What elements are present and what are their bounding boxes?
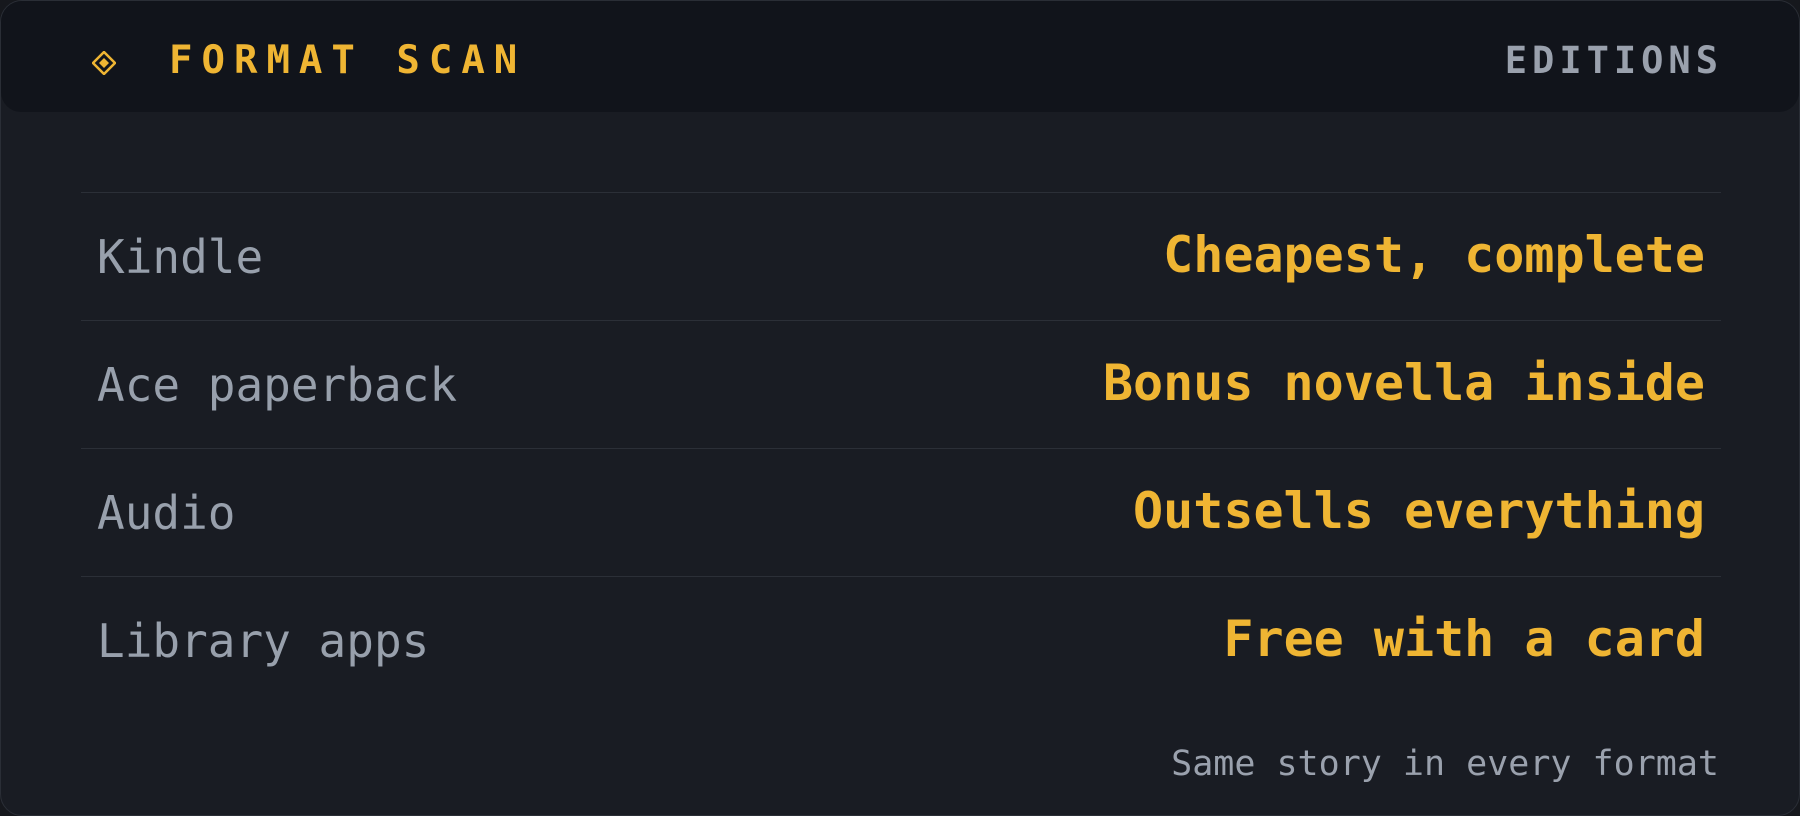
- format-note: Cheapest, complete: [1163, 226, 1705, 284]
- footer-note: Same story in every format: [1171, 744, 1719, 784]
- card-title: FORMAT SCAN: [169, 38, 527, 83]
- diamond-icon: [91, 50, 117, 76]
- card-header: FORMAT SCAN EDITIONS: [1, 1, 1799, 112]
- format-name: Ace paperback: [97, 358, 458, 412]
- list-item: Audio Outsells everything: [81, 448, 1721, 576]
- list-item: Library apps Free with a card: [81, 576, 1721, 704]
- editions-label: EDITIONS: [1504, 39, 1723, 82]
- format-note: Bonus novella inside: [1102, 354, 1705, 412]
- list-item: Ace paperback Bonus novella inside: [81, 320, 1721, 448]
- format-name: Audio: [97, 486, 236, 540]
- format-name: Kindle: [97, 230, 264, 284]
- format-scan-card: FORMAT SCAN EDITIONS Kindle Cheapest, co…: [0, 0, 1800, 816]
- list-item: Kindle Cheapest, complete: [81, 192, 1721, 320]
- format-note: Outsells everything: [1133, 482, 1705, 540]
- format-list: Kindle Cheapest, complete Ace paperback …: [81, 192, 1721, 704]
- format-note: Free with a card: [1223, 610, 1705, 668]
- format-name: Library apps: [97, 614, 430, 668]
